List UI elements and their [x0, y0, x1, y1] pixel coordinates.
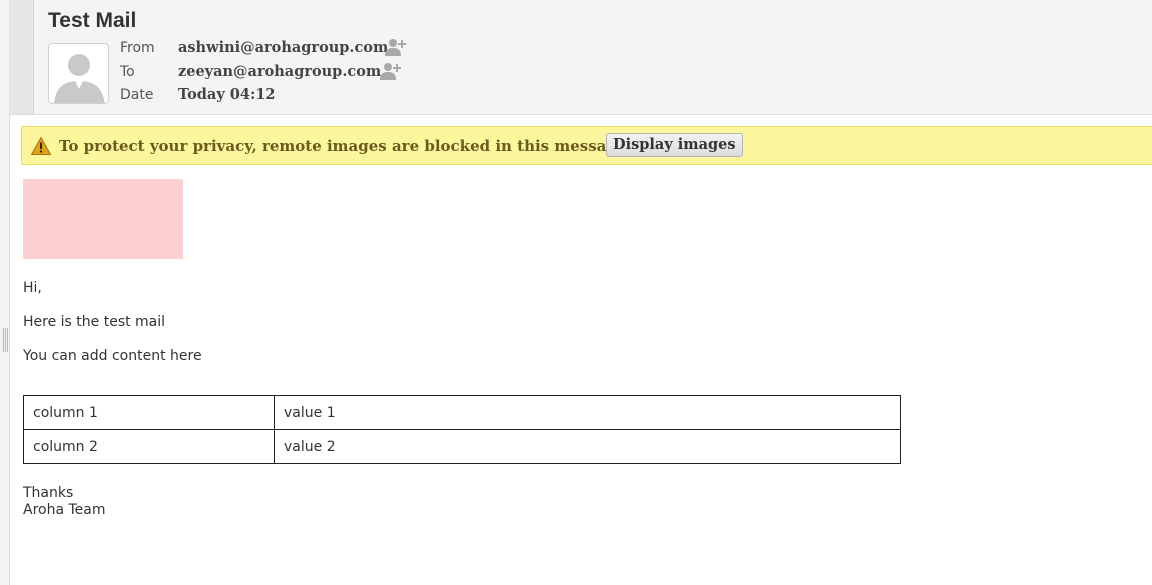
greeting-text: Hi, — [23, 280, 42, 296]
mail-view: Test Mail From ashwini@arohagroup.com To… — [0, 0, 1152, 585]
from-label: From — [120, 40, 155, 56]
table-cell: column 2 — [23, 429, 275, 464]
splitter-handle[interactable] — [3, 328, 8, 352]
left-gutter — [0, 0, 10, 585]
table-cell: column 1 — [23, 395, 275, 430]
add-contact-icon[interactable] — [380, 62, 402, 80]
display-images-button[interactable]: Display images — [606, 133, 743, 157]
default-user-avatar-icon — [48, 43, 109, 104]
date-label: Date — [120, 87, 154, 103]
body-line-2: You can add content here — [23, 348, 202, 364]
add-contact-icon[interactable] — [385, 38, 407, 56]
warning-triangle-icon — [30, 136, 52, 155]
signature-text: Aroha Team — [23, 502, 106, 518]
header-strip — [10, 0, 34, 114]
table-row: column 2 value 2 — [23, 429, 901, 464]
to-address[interactable]: zeeyan@arohagroup.com — [178, 64, 381, 80]
content-table: column 1 value 1 column 2 value 2 — [23, 395, 901, 464]
from-address[interactable]: ashwini@arohagroup.com — [178, 40, 388, 56]
message-header: Test Mail From ashwini@arohagroup.com To… — [10, 0, 1152, 115]
body-line-1: Here is the test mail — [23, 314, 166, 330]
table-cell: value 1 — [274, 395, 901, 430]
signoff-text: Thanks — [23, 485, 74, 501]
remote-images-blocked-banner: To protect your privacy, remote images a… — [21, 126, 1152, 165]
table-row: column 1 value 1 — [23, 395, 901, 430]
banner-message: To protect your privacy, remote images a… — [59, 137, 632, 155]
table-cell: value 2 — [274, 429, 901, 464]
blocked-image-placeholder — [23, 179, 183, 259]
date-value: Today 04:12 — [178, 86, 276, 103]
message-subject: Test Mail — [48, 9, 137, 32]
to-label: To — [120, 64, 135, 80]
